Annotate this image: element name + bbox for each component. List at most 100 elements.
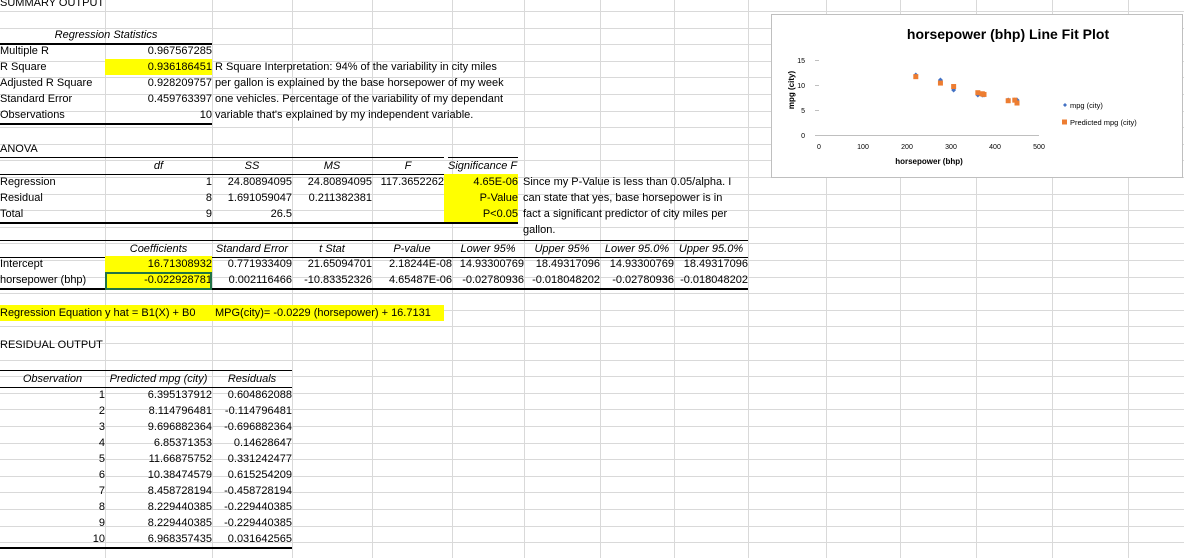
residual-value[interactable]: -0.229440385	[212, 515, 292, 531]
anova-total-empty[interactable]	[292, 206, 444, 224]
r-square-note-line-2[interactable]: per gallon is explained by the base hors…	[215, 75, 504, 91]
residual-observation[interactable]: 5	[0, 451, 105, 467]
anova-header-df[interactable]: df	[105, 157, 212, 175]
p-value-note-line-1[interactable]: Since my P-Value is less than 0.05/alpha…	[523, 174, 731, 190]
horsepower-lower-95-0[interactable]: -0.02780936	[600, 272, 674, 290]
r-square-note-line-1[interactable]: R Square Interpretation: 94% of the vari…	[215, 59, 497, 75]
line-fit-plot-chart[interactable]: horsepower (bhp) Line Fit Plot horsepowe…	[771, 14, 1183, 178]
residual-predicted[interactable]: 9.696882364	[105, 419, 212, 435]
anova-header-f[interactable]: F	[372, 157, 444, 175]
residual-value[interactable]: 0.331242477	[212, 451, 292, 467]
horsepower-t-stat[interactable]: -10.83352326	[292, 272, 372, 290]
residual-observation[interactable]: 2	[0, 403, 105, 419]
p-value-note-line-2[interactable]: can state that yes, base horsepower is i…	[523, 190, 722, 206]
residual-header-residuals[interactable]: Residuals	[212, 370, 292, 388]
anova-ms-regression[interactable]: 24.80894095	[292, 174, 372, 190]
p-value-note-line-4[interactable]: gallon.	[523, 222, 555, 238]
p-value-note-line-3[interactable]: fact a significant predictor of city mil…	[523, 206, 727, 222]
stat-label-r-square[interactable]: R Square	[0, 59, 105, 75]
stat-value-standard-error[interactable]: 0.459763397	[105, 91, 212, 107]
anova-df-regression[interactable]: 1	[105, 174, 212, 190]
residual-value[interactable]: -0.229440385	[212, 499, 292, 515]
anova-header-ss[interactable]: SS	[212, 157, 292, 175]
r-square-note-line-4[interactable]: variable that's explained by my independ…	[215, 107, 473, 123]
stat-label-standard-error[interactable]: Standard Error	[0, 91, 105, 107]
intercept-standard-error[interactable]: 0.771933409	[212, 256, 292, 272]
predicted-mpg-point[interactable]	[951, 84, 957, 90]
residual-predicted[interactable]: 8.458728194	[105, 483, 212, 499]
residual-predicted[interactable]: 8.229440385	[105, 515, 212, 531]
residual-predicted[interactable]: 6.968357435	[105, 531, 212, 549]
horsepower-coefficient-selected-cell[interactable]: -0.022928781	[105, 272, 212, 290]
anova-df-residual[interactable]: 8	[105, 190, 212, 206]
anova-df-total[interactable]: 9	[105, 206, 212, 224]
anova-title[interactable]: ANOVA	[0, 141, 105, 157]
residual-observation[interactable]: 6	[0, 467, 105, 483]
chart-legend[interactable]: mpg (city) Predicted mpg (city)	[1062, 101, 1137, 127]
intercept-lower-95[interactable]: 14.93300769	[452, 256, 524, 272]
horsepower-upper-95[interactable]: -0.018048202	[524, 272, 600, 290]
intercept-upper-95[interactable]: 18.49317096	[524, 256, 600, 272]
anova-label-residual[interactable]: Residual	[0, 190, 105, 206]
residual-value[interactable]: 0.604862088	[212, 387, 292, 403]
residual-output-title[interactable]: RESIDUAL OUTPUT	[0, 337, 105, 353]
intercept-t-stat[interactable]: 21.65094701	[292, 256, 372, 272]
residual-header-observation[interactable]: Observation	[0, 370, 105, 388]
summary-output-title[interactable]: SUMMARY OUTPUT	[0, 0, 120, 11]
predicted-mpg-point[interactable]	[1005, 98, 1011, 104]
coef-label-horsepower[interactable]: horsepower (bhp)	[0, 272, 105, 290]
horsepower-lower-95[interactable]: -0.02780936	[452, 272, 524, 290]
anova-header-blank[interactable]	[0, 157, 105, 175]
anova-f-regression[interactable]: 117.3652262	[372, 174, 444, 190]
stat-value-observations[interactable]: 10	[105, 107, 212, 125]
stat-label-observations[interactable]: Observations	[0, 107, 105, 125]
coef-label-intercept[interactable]: Intercept	[0, 256, 105, 272]
residual-observation[interactable]: 10	[0, 531, 105, 549]
residual-value[interactable]: -0.114796481	[212, 403, 292, 419]
horsepower-p-value[interactable]: 4.65487E-06	[372, 272, 452, 290]
stat-label-adjusted-r-square[interactable]: Adjusted R Square	[0, 75, 105, 91]
anova-ss-residual[interactable]: 1.691059047	[212, 190, 292, 206]
predicted-mpg-point[interactable]	[1012, 97, 1018, 103]
stat-value-multiple-r[interactable]: 0.967567285	[105, 43, 212, 59]
residual-value[interactable]: 0.031642565	[212, 531, 292, 549]
regression-equation-general[interactable]: y hat = B1(X) + B0	[105, 305, 212, 321]
residual-observation[interactable]: 3	[0, 419, 105, 435]
anova-ss-regression[interactable]: 24.80894095	[212, 174, 292, 190]
anova-ss-total[interactable]: 26.5	[212, 206, 292, 224]
p-value-label[interactable]: P-Value	[444, 190, 518, 206]
residual-observation[interactable]: 7	[0, 483, 105, 499]
anova-ms-residual[interactable]: 0.211382381	[292, 190, 372, 206]
predicted-mpg-point[interactable]	[975, 90, 981, 96]
residual-predicted[interactable]: 8.114796481	[105, 403, 212, 419]
anova-label-total[interactable]: Total	[0, 206, 105, 224]
predicted-mpg-point[interactable]	[913, 74, 919, 80]
residual-observation[interactable]: 9	[0, 515, 105, 531]
residual-predicted[interactable]: 11.66875752	[105, 451, 212, 467]
residual-predicted[interactable]: 10.38474579	[105, 467, 212, 483]
intercept-lower-95-0[interactable]: 14.93300769	[600, 256, 674, 272]
residual-value[interactable]: -0.458728194	[212, 483, 292, 499]
residual-value[interactable]: 0.14628647	[212, 435, 292, 451]
anova-label-regression[interactable]: Regression	[0, 174, 105, 190]
stat-value-adjusted-r-square[interactable]: 0.928209757	[105, 75, 212, 91]
regression-equation-specific[interactable]: MPG(city)= -0.0229 (horsepower) + 16.713…	[212, 305, 444, 321]
residual-observation[interactable]: 8	[0, 499, 105, 515]
horsepower-upper-95-0[interactable]: -0.018048202	[674, 272, 748, 290]
predicted-mpg-point[interactable]	[937, 80, 943, 86]
residual-value[interactable]: -0.696882364	[212, 419, 292, 435]
anova-header-ms[interactable]: MS	[292, 157, 372, 175]
r-square-note-line-3[interactable]: one vehicles. Percentage of the variabil…	[215, 91, 503, 107]
anova-significance-f-value[interactable]: 4.65E-06	[444, 174, 518, 190]
intercept-coefficient[interactable]: 16.71308932	[105, 256, 212, 272]
regression-equation-label[interactable]: Regression Equation	[0, 305, 105, 321]
residual-observation[interactable]: 4	[0, 435, 105, 451]
stat-label-multiple-r[interactable]: Multiple R	[0, 43, 105, 59]
residual-value[interactable]: 0.615254209	[212, 467, 292, 483]
residual-predicted[interactable]: 6.85371353	[105, 435, 212, 451]
p-less-than-label[interactable]: P<0.05	[444, 206, 518, 224]
residual-predicted[interactable]: 8.229440385	[105, 499, 212, 515]
stat-value-r-square[interactable]: 0.936186451	[105, 59, 212, 75]
predicted-mpg-point[interactable]	[979, 91, 985, 97]
horsepower-standard-error[interactable]: 0.002116466	[212, 272, 292, 290]
